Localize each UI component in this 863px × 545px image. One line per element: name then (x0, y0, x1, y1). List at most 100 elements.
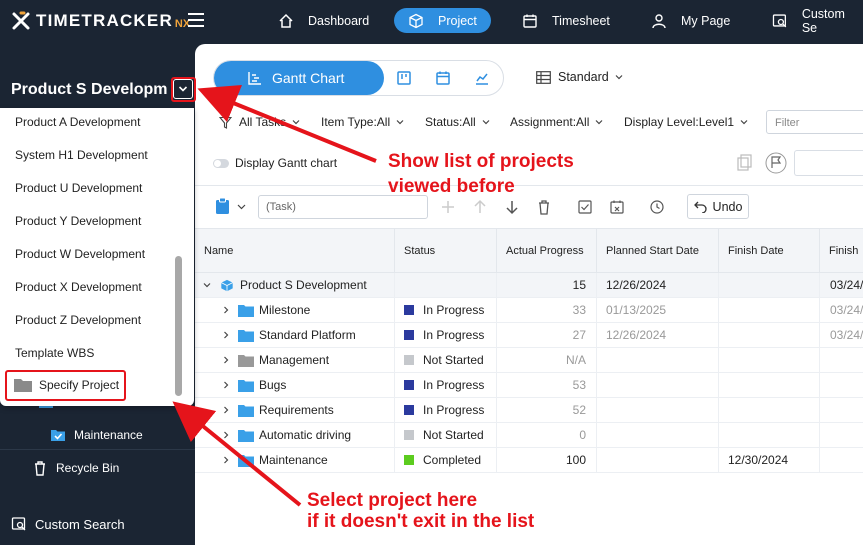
settings-clock-icon[interactable] (649, 199, 665, 215)
column-header-name[interactable]: Name (195, 229, 395, 273)
chevron-right-icon[interactable] (222, 331, 230, 339)
analytics-view-icon[interactable] (474, 70, 490, 86)
dropdown-scrollbar[interactable] (175, 256, 182, 396)
cell-status[interactable]: In Progress (395, 298, 497, 322)
cell-finish[interactable] (820, 398, 863, 422)
nav-dashboard[interactable]: Dashboard (278, 8, 369, 33)
project-option[interactable]: Template WBS (15, 346, 94, 360)
cell-status[interactable]: Not Started (395, 423, 497, 447)
cell-status[interactable]: Completed (395, 448, 497, 472)
undo-button[interactable]: Undo (687, 194, 749, 219)
cell-status[interactable]: In Progress (395, 398, 497, 422)
column-header-planned-start[interactable]: Planned Start Date (597, 229, 719, 273)
sidebar-item-custom-search[interactable]: Custom Search (11, 516, 125, 532)
cell-planned-start[interactable] (597, 423, 719, 447)
project-option[interactable]: Product W Development (15, 247, 145, 261)
cell-finish-date[interactable] (719, 348, 820, 372)
filter-all-tasks[interactable]: All Tasks (219, 115, 300, 129)
sidebar-item-maintenance[interactable]: Maintenance (50, 427, 143, 443)
cell-status[interactable]: In Progress (395, 323, 497, 347)
chevron-right-icon[interactable] (222, 356, 230, 364)
app-logo[interactable]: TIMETRACKER NX (10, 10, 190, 32)
table-row[interactable]: Management Not Started N/A (195, 348, 863, 373)
cell-planned-start[interactable] (597, 348, 719, 372)
cell-status[interactable]: Not Started (395, 348, 497, 372)
task-name[interactable]: Management (259, 353, 329, 367)
add-icon[interactable] (440, 199, 456, 215)
column-header-progress[interactable]: Actual Progress (497, 229, 597, 273)
cell-finish-date[interactable] (719, 323, 820, 347)
filter-assignment[interactable]: Assignment:All (510, 115, 603, 129)
chevron-down-icon[interactable] (203, 281, 211, 289)
filter-display-level[interactable]: Display Level:Level1 (624, 115, 748, 129)
cell-finish[interactable]: 03/24/ (820, 298, 863, 322)
cell-planned-start[interactable] (597, 398, 719, 422)
column-header-finish-date[interactable]: Finish Date (719, 229, 820, 273)
project-option[interactable]: Product A Development (15, 115, 140, 129)
search-box[interactable] (794, 150, 863, 176)
chevron-down-icon[interactable] (237, 203, 246, 211)
cell-finish[interactable] (820, 373, 863, 397)
cell-status[interactable]: In Progress (395, 373, 497, 397)
cell-finish-date[interactable] (719, 298, 820, 322)
cell-planned-start[interactable]: 12/26/2024 (597, 323, 719, 347)
cell-finish-date[interactable] (719, 423, 820, 447)
table-row[interactable]: Requirements In Progress 52 (195, 398, 863, 423)
table-row[interactable]: Automatic driving Not Started 0 (195, 423, 863, 448)
task-name[interactable]: Product S Development (240, 278, 367, 292)
table-row[interactable]: Bugs In Progress 53 (195, 373, 863, 398)
task-name[interactable]: Milestone (259, 303, 310, 317)
table-row[interactable]: Maintenance Completed 100 12/30/2024 (195, 448, 863, 473)
project-option[interactable]: Product Z Development (15, 313, 141, 327)
cell-planned-start[interactable] (597, 373, 719, 397)
project-option[interactable]: Product Y Development (15, 214, 141, 228)
chevron-right-icon[interactable] (222, 431, 230, 439)
display-gantt-toggle[interactable]: Display Gantt chart (213, 156, 337, 170)
arrow-up-icon[interactable] (472, 199, 488, 215)
cell-finish-date[interactable] (719, 373, 820, 397)
cell-finish-date[interactable] (719, 398, 820, 422)
checkbox-icon[interactable] (577, 199, 593, 215)
chevron-right-icon[interactable] (222, 456, 230, 464)
cell-finish[interactable]: 03/24/ (820, 273, 863, 297)
chevron-right-icon[interactable] (222, 406, 230, 414)
task-name[interactable]: Bugs (259, 378, 286, 392)
copy-icon[interactable] (733, 152, 755, 174)
task-name[interactable]: Standard Platform (259, 328, 356, 342)
board-view-icon[interactable] (396, 70, 412, 86)
nav-timesheet[interactable]: Timesheet (522, 8, 610, 33)
trash-icon[interactable] (536, 199, 552, 215)
calendar-x-icon[interactable] (609, 199, 625, 215)
table-row[interactable]: Product S Development 15 12/26/2024 03/24/ (195, 273, 863, 298)
project-option[interactable]: Product U Development (15, 181, 142, 195)
hamburger-menu-icon[interactable] (188, 13, 204, 27)
task-name[interactable]: Maintenance (259, 453, 328, 467)
chevron-right-icon[interactable] (222, 306, 230, 314)
chevron-right-icon[interactable] (222, 381, 230, 389)
sidebar-item-recycle-bin[interactable]: Recycle Bin (32, 460, 119, 476)
column-header-status[interactable]: Status (395, 229, 497, 273)
filter-status[interactable]: Status:All (425, 115, 490, 129)
cell-finish[interactable] (820, 348, 863, 372)
cell-finish[interactable]: 03/24/ (820, 323, 863, 347)
cell-finish[interactable] (820, 423, 863, 447)
task-name[interactable]: Automatic driving (259, 428, 351, 442)
gantt-chart-tab[interactable]: Gantt Chart (214, 61, 384, 95)
cell-planned-start[interactable] (597, 448, 719, 472)
flag-icon[interactable] (765, 152, 787, 174)
filter-input[interactable]: Filter (766, 110, 863, 134)
filter-item-type[interactable]: Item Type:All (321, 115, 404, 129)
clipboard-icon[interactable] (215, 197, 230, 215)
column-header-finish[interactable]: Finish (820, 229, 863, 273)
cell-planned-start[interactable]: 12/26/2024 (597, 273, 719, 297)
arrow-down-icon[interactable] (504, 199, 520, 215)
cell-finish-date[interactable] (719, 273, 820, 297)
table-row[interactable]: Standard Platform In Progress 27 12/26/2024… (195, 323, 863, 348)
nav-my-page[interactable]: My Page (651, 8, 730, 33)
nav-custom-search[interactable]: Custom Se (772, 7, 863, 35)
project-option[interactable]: Product X Development (15, 280, 142, 294)
calendar-view-icon[interactable] (435, 70, 451, 86)
cell-finish-date[interactable]: 12/30/2024 (719, 448, 820, 472)
nav-project[interactable]: Project (394, 8, 491, 33)
project-option[interactable]: System H1 Development (15, 148, 148, 162)
